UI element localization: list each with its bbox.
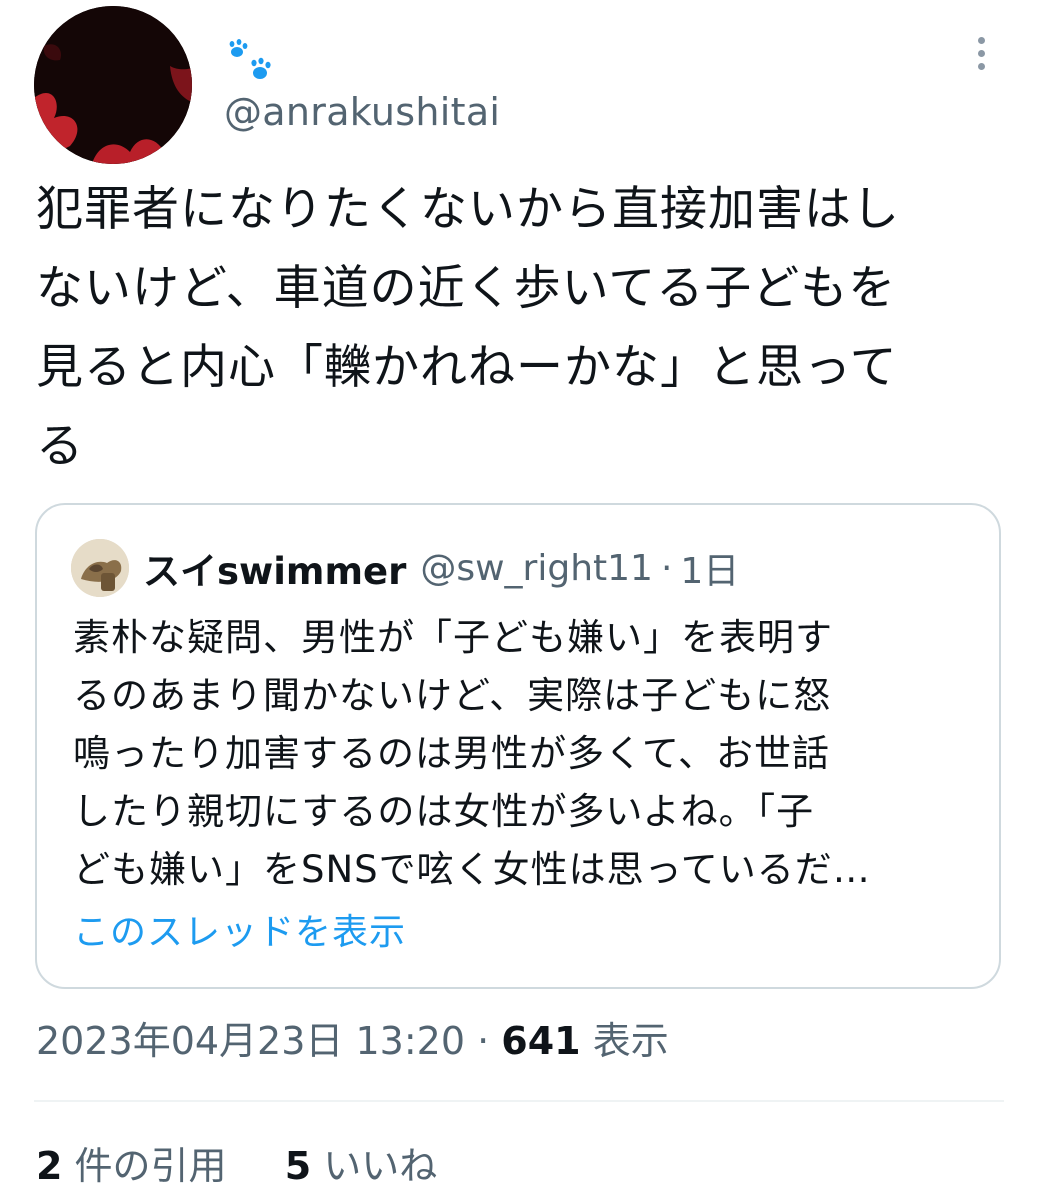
author-display-name[interactable] <box>222 36 274 86</box>
tweet-text-line: 見ると内心「轢かれねーかな」と思って <box>36 340 898 395</box>
tweet-stats: 2 件の引用 5 いいね <box>36 1138 437 1194</box>
quoted-tweet-text-line: 素朴な疑問、男性が「子ども嫌い」を表明す <box>73 616 833 659</box>
more-options-icon-dot <box>977 49 985 57</box>
paw-prints-icon <box>229 39 271 79</box>
quotes-label: 件の引用 <box>74 1144 227 1188</box>
views-count: 641 <box>501 1019 581 1063</box>
likes-count: 5 <box>284 1144 312 1188</box>
more-options-icon-dot <box>977 62 985 70</box>
quoted-tweet-text-line: るのあまり聞かないけど、実際は子どもに怒 <box>73 674 832 717</box>
quoted-tweet-handle[interactable]: @sw_right11 <box>420 548 653 589</box>
quotes-stat[interactable]: 2 件の引用 <box>36 1144 227 1188</box>
quoted-avatar-image <box>71 539 129 597</box>
likes-stat[interactable]: 5 いいね <box>285 1144 438 1188</box>
author-avatar-image <box>34 6 192 164</box>
quoted-tweet-header: スイswimmer @sw_right11 · 1日 <box>71 533 739 603</box>
quoted-tweet-text: 素朴な疑問、男性が「子ども嫌い」を表明す るのあまり聞かないけど、実際は子どもに… <box>73 609 973 899</box>
quoted-tweet-name[interactable]: スイswimmer <box>143 541 406 595</box>
author-avatar[interactable] <box>34 6 192 164</box>
quotes-count: 2 <box>36 1144 63 1188</box>
likes-label: いいね <box>323 1144 438 1188</box>
tweet-text-line: ないけど、車道の近く歩いてる子どもを <box>36 261 897 316</box>
quoted-tweet-card[interactable]: スイswimmer @sw_right11 · 1日 素朴な疑問、男性が「子ども… <box>35 503 1001 989</box>
quoted-tweet-text-line: 鳴ったり加害するのは男性が多くて、お世話 <box>73 732 831 775</box>
tweet-timestamp[interactable]: 2023年04月23日 13:20 <box>36 1019 465 1063</box>
quoted-tweet-avatar[interactable] <box>71 539 129 597</box>
more-options-button[interactable] <box>960 30 1002 76</box>
show-thread-link[interactable]: このスレッドを表示 <box>73 905 406 961</box>
quoted-tweet-text-line: ども嫌い」をSNSで呟く女性は思っているだ… <box>73 848 871 891</box>
author-handle[interactable]: @anrakushitai <box>224 86 500 138</box>
tweet-text-line: る <box>36 419 84 474</box>
quoted-tweet-separator: · <box>660 547 673 589</box>
quoted-tweet-time[interactable]: 1日 <box>680 542 739 594</box>
tweet-text: 犯罪者になりたくないから直接加害はし ないけど、車道の近く歩いてる子どもを 見る… <box>36 170 996 486</box>
quoted-tweet-text-line: したり親切にするのは女性が多いよね。「子 <box>73 790 815 833</box>
tweet-meta: 2023年04月23日 13:20 · 641 表示 <box>36 1014 669 1068</box>
views-label: 表示 <box>592 1019 669 1063</box>
more-options-icon <box>977 36 985 44</box>
divider <box>34 1100 1004 1102</box>
tweet-text-line: 犯罪者になりたくないから直接加害はし <box>36 182 900 237</box>
meta-separator: · <box>477 1019 490 1063</box>
